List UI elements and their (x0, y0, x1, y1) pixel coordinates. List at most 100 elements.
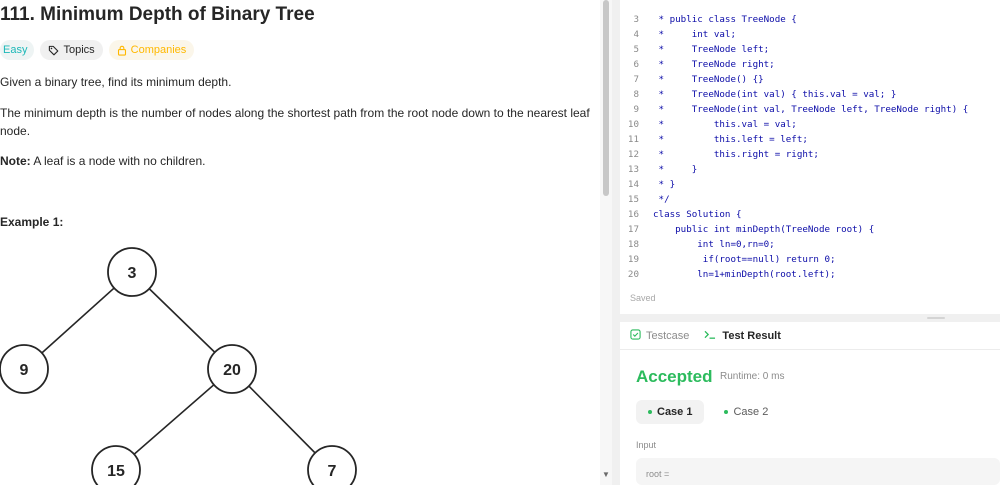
code-text[interactable]: * TreeNode right; (653, 59, 775, 70)
code-text[interactable]: * this.val = val; (653, 119, 797, 130)
code-line[interactable]: 5 * TreeNode left; (620, 42, 968, 57)
line-number: 11 (627, 134, 639, 145)
tree-node: 15 (91, 445, 141, 485)
code-text[interactable]: ln=1+minDepth(root.left); (653, 269, 835, 280)
save-status: Saved (630, 293, 656, 303)
topics-label: Topics (63, 44, 95, 56)
results-tabs: Testcase Test Result (620, 322, 1000, 350)
input-value-text: root = (646, 469, 670, 479)
runtime-text: Runtime: 0 ms (720, 371, 785, 382)
companies-button[interactable]: Companies (108, 40, 195, 60)
line-number: 12 (627, 149, 639, 160)
tab-testcase-label: Testcase (646, 329, 690, 342)
code-line[interactable]: 8 * TreeNode(int val) { this.val = val; … (620, 87, 968, 102)
code-text[interactable]: int ln=0,rn=0; (653, 239, 774, 250)
tree-node-value: 15 (107, 463, 125, 480)
tag-icon (48, 45, 59, 56)
code-line[interactable]: 18 int ln=0,rn=0; (620, 237, 968, 252)
code-lines[interactable]: 3 * public class TreeNode {4 * int val; 5… (620, 12, 968, 282)
tab-testcase[interactable]: Testcase (630, 328, 690, 343)
terminal-icon (703, 329, 717, 343)
tree-node-value: 7 (328, 463, 337, 480)
line-number: 15 (627, 194, 639, 205)
verdict-status: Accepted (636, 367, 713, 386)
splitter-grip[interactable] (927, 317, 945, 319)
line-number: 13 (627, 164, 639, 175)
note-paragraph: Note: A leaf is a node with no children. (0, 152, 590, 170)
code-line[interactable]: 10 * this.val = val; (620, 117, 968, 132)
code-line[interactable]: 13 * } (620, 162, 968, 177)
tree-node: 9 (0, 344, 49, 394)
code-text[interactable]: * TreeNode() {} (653, 74, 764, 85)
line-number: 19 (627, 254, 639, 265)
code-text[interactable]: * public class TreeNode { (653, 14, 797, 25)
code-text[interactable]: * TreeNode left; (653, 44, 770, 55)
line-number: 16 (627, 209, 639, 220)
code-text[interactable]: * this.left = left; (653, 134, 808, 145)
code-text[interactable]: * TreeNode(int val) { this.val = val; } (653, 89, 897, 100)
scrollbar-thumb[interactable] (603, 0, 609, 196)
note-text: A leaf is a node with no children. (30, 154, 206, 168)
case-2-label: Case 2 (733, 406, 769, 418)
code-text[interactable]: * int val; (653, 29, 736, 40)
difficulty-label: Easy (3, 44, 28, 56)
code-text[interactable]: * TreeNode(int val, TreeNode left, TreeN… (653, 104, 969, 115)
line-number: 17 (627, 224, 639, 235)
code-text[interactable]: public int minDepth(TreeNode root) { (653, 224, 874, 235)
note-label: Note: (0, 154, 31, 168)
code-line[interactable]: 3 * public class TreeNode { (620, 12, 968, 27)
code-line[interactable]: 12 * this.right = right; (620, 147, 968, 162)
code-line[interactable]: 4 * int val; (620, 27, 968, 42)
code-editor[interactable]: 3 * public class TreeNode {4 * int val; 5… (620, 0, 1000, 314)
line-number: 10 (627, 119, 639, 130)
panel-splitter-vertical[interactable] (612, 0, 620, 485)
code-text[interactable]: class Solution { (653, 209, 742, 220)
code-text[interactable]: * this.right = right; (653, 149, 819, 160)
panel-splitter-horizontal[interactable] (620, 314, 1000, 322)
line-number: 5 (633, 44, 639, 55)
description-scrollbar[interactable]: ▼ (600, 0, 612, 485)
code-line[interactable]: 19 if(root==null) return 0; (620, 252, 968, 267)
code-text[interactable]: * } (653, 179, 676, 190)
code-text[interactable]: if(root==null) return 0; (653, 254, 836, 265)
tab-test-result[interactable]: Test Result (703, 329, 781, 343)
code-line[interactable]: 17 public int minDepth(TreeNode root) { (620, 222, 968, 237)
tree-node: 20 (207, 344, 257, 394)
line-number: 7 (633, 74, 639, 85)
code-text[interactable]: * } (653, 164, 698, 175)
input-label: Input (636, 440, 657, 450)
tree-node: 7 (307, 445, 357, 485)
line-number: 8 (633, 89, 639, 100)
code-line[interactable]: 16 class Solution { (620, 207, 968, 222)
problem-title[interactable]: 111. Minimum Depth of Binary Tree (0, 4, 315, 26)
example-heading: Example 1: (0, 215, 64, 229)
code-line[interactable]: 20 ln=1+minDepth(root.left); (620, 267, 968, 282)
code-line[interactable]: 9 * TreeNode(int val, TreeNode left, Tre… (620, 102, 968, 117)
case-1-tab[interactable]: Case 1 (636, 400, 705, 424)
code-line[interactable]: 11 * this.left = left; (620, 132, 968, 147)
checkbox-icon (630, 328, 641, 343)
problem-tags: Easy Topics Companies (0, 40, 195, 60)
line-number: 3 (633, 14, 639, 25)
code-line[interactable]: 6 * TreeNode right; (620, 57, 968, 72)
code-line[interactable]: 15 */ (620, 192, 968, 207)
case-2-tab[interactable]: Case 2 (712, 400, 780, 424)
pass-dot-icon (648, 410, 652, 414)
code-line[interactable]: 7 * TreeNode() {} (620, 72, 968, 87)
scroll-down-arrow-icon[interactable]: ▼ (602, 470, 610, 479)
example-tree-diagram: 3 9 20 15 7 (0, 247, 357, 485)
line-number: 6 (633, 59, 639, 70)
topics-button[interactable]: Topics (40, 40, 103, 60)
code-text[interactable]: */ (653, 194, 670, 205)
tree-node-value: 9 (20, 362, 29, 379)
tree-node: 3 (107, 247, 157, 297)
companies-label: Companies (130, 44, 187, 56)
line-number: 20 (627, 269, 639, 280)
line-number: 18 (627, 239, 639, 250)
input-value-box: root = (636, 458, 1000, 485)
case-1-label: Case 1 (657, 406, 693, 418)
line-number: 4 (633, 29, 639, 40)
code-line[interactable]: 14 * } (620, 177, 968, 192)
difficulty-badge: Easy (0, 40, 35, 60)
pass-dot-icon (724, 410, 729, 414)
